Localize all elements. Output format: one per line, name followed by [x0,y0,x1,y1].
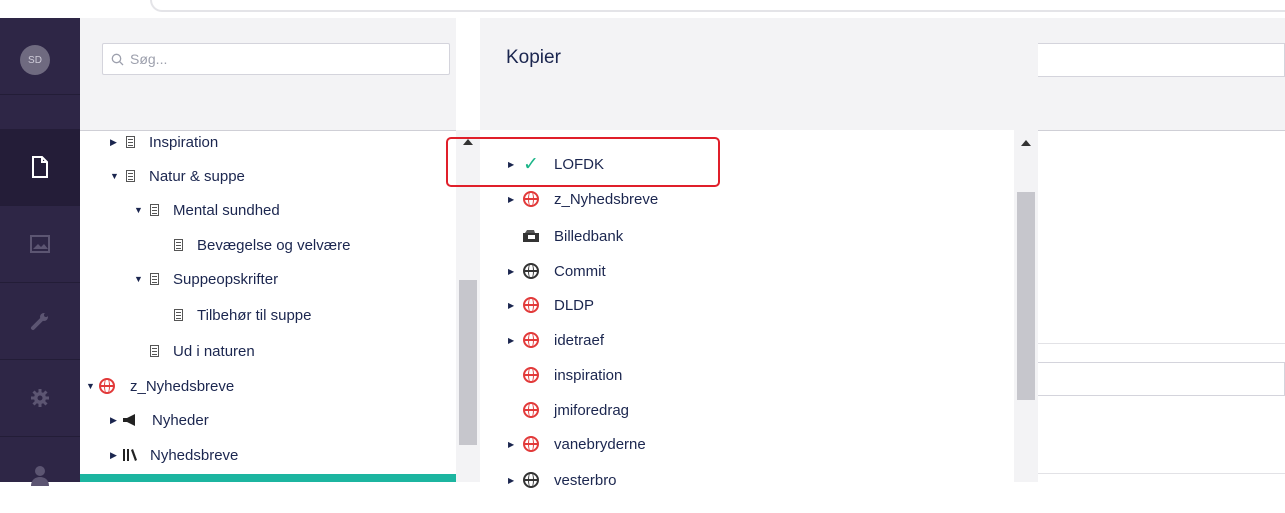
globe-icon [523,263,539,279]
target-node[interactable]: ▶ vesterbro [508,469,617,491]
scrollbar-thumb[interactable] [459,280,477,445]
search-placeholder: Søg... [130,51,168,67]
tree-node[interactable]: ▼ Suppeopskrifter [134,268,278,290]
document-icon [174,239,183,251]
selected-tree-row[interactable] [80,474,456,482]
nav-media[interactable] [0,206,80,283]
globe-icon [99,378,115,394]
document-icon [150,273,159,285]
nav-settings[interactable] [0,360,80,437]
nav-users[interactable] [0,437,80,513]
target-node[interactable]: Billedbank [508,225,623,247]
library-icon [123,449,137,461]
caret-right-icon[interactable]: ▶ [508,440,522,449]
target-node[interactable]: ▶ idetraef [508,329,604,351]
caret-right-icon[interactable]: ▶ [508,301,522,310]
tree-node[interactable]: Tilbehør til suppe [158,304,312,326]
app-sidebar: SD [0,18,80,486]
tree-search-area: Søg... [80,18,456,131]
nav-settings-tools[interactable] [0,283,80,360]
caret-right-icon[interactable]: ▶ [110,137,122,148]
tree-node[interactable]: ▶ Nyheder [110,409,209,431]
caret-right-icon[interactable]: ▶ [508,195,522,204]
tree-node[interactable]: ▶ Nyhedsbreve [110,444,238,466]
gear-icon [31,389,49,407]
globe-icon [523,367,539,383]
tree-node[interactable]: ▶ Inspiration [110,131,218,153]
dialog-header: Kopier [480,18,1038,131]
nav-user[interactable]: SD [0,18,80,95]
target-node[interactable]: ▶ z_Nyhedsbreve [508,188,658,210]
search-icon [111,53,124,65]
target-node[interactable]: ▶ vanebryderne [508,433,646,455]
top-strip [0,0,1285,18]
globe-icon [523,332,539,348]
image-icon [30,235,50,253]
document-icon [150,345,159,357]
caret-right-icon[interactable]: ▶ [508,267,522,276]
tree-node[interactable]: ▼ Mental sundhed [134,199,280,221]
document-icon [150,204,159,216]
tree-node[interactable]: Bevægelse og velvære [158,234,350,256]
dialog-scrollbar[interactable] [1014,130,1038,482]
megaphone-icon [123,414,135,426]
tree-node[interactable]: ▼ Natur & suppe [110,165,245,187]
globe-icon [523,472,539,488]
caret-down-icon[interactable]: ▼ [134,274,146,284]
document-icon [126,136,135,148]
tree-node[interactable]: Ud i naturen [134,340,255,362]
document-icon [126,170,135,182]
wrench-icon [31,313,48,330]
globe-icon [523,402,539,418]
media-folder-icon [523,230,539,242]
user-icon [31,466,49,486]
target-node[interactable]: jmiforedrag [508,399,629,421]
globe-icon [523,297,539,313]
highlight-box [446,137,720,187]
nav-content[interactable] [0,129,80,206]
caret-right-icon[interactable]: ▶ [110,415,122,426]
avatar[interactable]: SD [20,45,50,75]
dialog-title: Kopier [506,47,561,68]
caret-down-icon[interactable]: ▼ [134,205,146,215]
caret-down-icon[interactable]: ▼ [86,381,98,391]
scrollbar-thumb[interactable] [1017,192,1035,400]
caret-right-icon[interactable]: ▶ [508,336,522,345]
globe-icon [523,191,539,207]
document-icon [174,309,183,321]
document-icon [32,156,48,178]
caret-right-icon[interactable]: ▶ [110,450,122,461]
name-field[interactable] [1038,43,1285,77]
tree-node[interactable]: ▼ z_Nyhedsbreve [86,375,234,397]
caret-right-icon[interactable]: ▶ [508,476,522,485]
scroll-up-icon[interactable] [1021,140,1031,146]
search-input[interactable]: Søg... [102,43,450,75]
caret-down-icon[interactable]: ▼ [110,171,122,181]
background-editor [1038,18,1285,482]
globe-icon [523,436,539,452]
target-node[interactable]: inspiration [508,364,622,386]
target-node[interactable]: ▶ Commit [508,260,606,282]
background-field[interactable] [1038,362,1285,396]
target-node[interactable]: ▶ DLDP [508,294,594,316]
